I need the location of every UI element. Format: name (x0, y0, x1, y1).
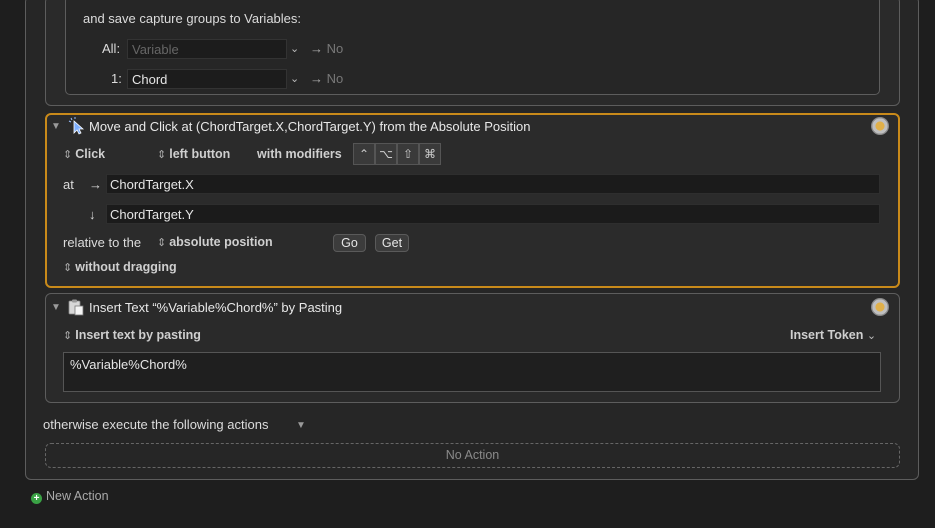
y-coordinate-field[interactable]: ChordTarget.Y (106, 204, 880, 224)
at-label: at (63, 177, 74, 192)
insert-mode-stepper[interactable]: ⇕ Insert text by pasting (63, 328, 201, 342)
move-click-title: Move and Click at (ChordTarget.X,ChordTa… (89, 119, 531, 134)
stepper-icon: ⇕ (157, 237, 167, 249)
insert-token-menu[interactable]: Insert Token ⌄ (790, 328, 876, 342)
modifier-key-group: ⌃ ⌥ ⇧ ⌘ (353, 143, 441, 165)
stepper-icon: ⇕ (63, 262, 73, 274)
insert-text-textarea[interactable]: %Variable%Chord% (63, 352, 881, 392)
arrow-right-icon: → (310, 71, 323, 86)
mouse-button-value: left button (169, 147, 231, 161)
arrow-right-icon: → (310, 41, 323, 56)
dragging-value: without dragging (75, 260, 177, 274)
disclosure-triangle-icon[interactable]: ▼ (51, 121, 61, 132)
capture-1-result: → No (310, 71, 343, 86)
control-key-toggle[interactable]: ⌃ (353, 143, 375, 165)
disclosure-triangle-icon[interactable]: ▼ (51, 302, 61, 313)
chevron-down-icon[interactable]: ⌄ (290, 42, 299, 55)
stepper-icon: ⇕ (63, 330, 73, 342)
gear-icon[interactable] (871, 298, 889, 316)
insert-text-title: Insert Text “%Variable%Chord%” by Pastin… (89, 300, 343, 315)
chevron-down-icon[interactable]: ⌄ (290, 72, 299, 85)
disclosure-triangle-icon[interactable]: ▼ (296, 420, 306, 431)
click-type-value: Click (75, 147, 106, 161)
shift-key-toggle[interactable]: ⇧ (397, 143, 419, 165)
insert-token-label: Insert Token (790, 328, 864, 342)
relative-to-label: relative to the (63, 235, 142, 250)
capture-all-label: All: (102, 41, 121, 56)
capture-1-label: 1: (111, 71, 122, 86)
plus-circle-icon: + (31, 493, 42, 504)
save-capture-groups-label: and save capture groups to Variables: (83, 11, 302, 26)
dragging-stepper[interactable]: ⇕ without dragging (63, 260, 177, 274)
command-key-toggle[interactable]: ⌘ (419, 143, 441, 165)
new-action-label: New Action (46, 489, 109, 503)
capture-1-result-text: No (326, 71, 344, 86)
capture-all-result: → No (310, 41, 343, 56)
with-modifiers-label: with modifiers (257, 147, 342, 161)
arrow-down-icon: ↓ (89, 207, 96, 222)
relative-position-stepper[interactable]: ⇕ absolute position (157, 235, 273, 249)
option-key-toggle[interactable]: ⌥ (375, 143, 397, 165)
mouse-button-stepper[interactable]: ⇕ left button (157, 147, 230, 161)
gear-icon[interactable] (871, 117, 889, 135)
get-button[interactable]: Get (375, 234, 409, 252)
no-action-placeholder[interactable]: No Action (45, 443, 900, 468)
click-type-stepper[interactable]: ⇕ Click (63, 147, 105, 161)
insert-mode-value: Insert text by pasting (75, 328, 201, 342)
otherwise-label: otherwise execute the following actions (43, 417, 269, 432)
stepper-icon: ⇕ (157, 149, 167, 161)
capture-1-variable-field[interactable]: Chord (127, 69, 287, 89)
capture-all-variable-field[interactable]: Variable (127, 39, 287, 59)
new-action-button[interactable]: + New Action (31, 489, 109, 504)
stepper-icon: ⇕ (63, 149, 73, 161)
x-coordinate-field[interactable]: ChordTarget.X (106, 174, 880, 194)
capture-all-result-text: No (326, 41, 344, 56)
go-button[interactable]: Go (333, 234, 366, 252)
relative-position-value: absolute position (169, 235, 273, 249)
arrow-right-icon: → (89, 177, 102, 192)
clipboard-paste-icon (67, 298, 85, 316)
mouse-pointer-click-icon (68, 117, 85, 135)
chevron-down-icon: ⌄ (866, 330, 877, 342)
